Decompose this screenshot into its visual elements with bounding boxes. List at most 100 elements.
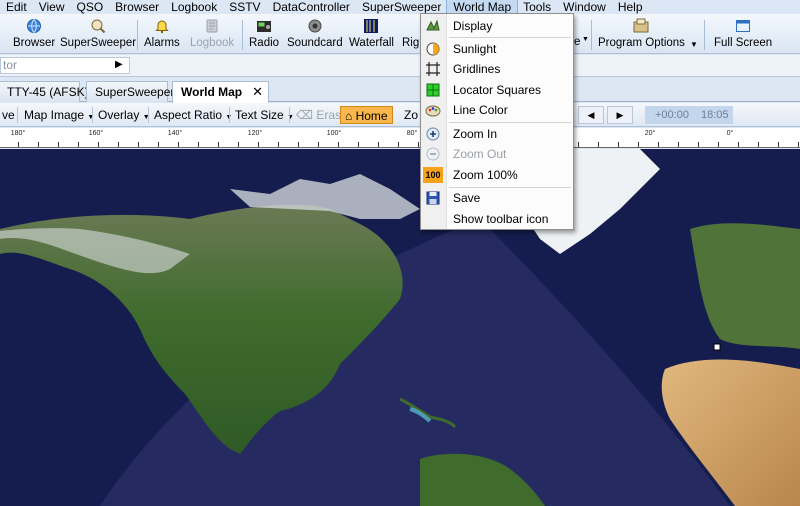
ruler-tick xyxy=(238,142,239,147)
toolbar-separator xyxy=(704,20,705,50)
menu-supersweeper[interactable]: SuperSweeper xyxy=(356,0,447,14)
ruler-label: 140° xyxy=(167,130,183,137)
ruler-tick xyxy=(638,142,639,147)
ruler-tick xyxy=(18,142,19,147)
ruler-tick xyxy=(578,142,579,147)
tab-world-map[interactable]: World Map ✕ xyxy=(172,81,269,103)
ruler-tick xyxy=(798,142,799,147)
longitude-ruler: 180° 160° 140° 120° 100° 80° 20° 0° xyxy=(0,128,800,148)
ruler-tick xyxy=(98,142,99,147)
ruler-tick xyxy=(418,142,419,147)
rig-button[interactable]: Rig xyxy=(402,18,419,52)
menu-item-save[interactable]: Save xyxy=(421,188,573,208)
program-options-button[interactable]: Program Options xyxy=(598,18,685,52)
menu-separator xyxy=(449,37,571,38)
menu-edit[interactable]: Edit xyxy=(0,0,33,14)
ruler-tick xyxy=(278,142,279,147)
menu-item-gridlines[interactable]: Gridlines xyxy=(421,59,573,79)
text-size-dropdown[interactable]: Text Size ▼ xyxy=(233,106,296,124)
ruler-tick xyxy=(618,142,619,147)
ruler-label: 180° xyxy=(10,130,26,137)
menu-qso[interactable]: QSO xyxy=(70,0,109,14)
ruler-label: 120° xyxy=(247,130,263,137)
save-icon xyxy=(425,190,441,206)
ruler-tick xyxy=(398,142,399,147)
menu-logbook[interactable]: Logbook xyxy=(165,0,223,14)
browser-button[interactable]: Browser xyxy=(13,18,55,52)
waterfall-icon xyxy=(363,18,379,34)
menu-window[interactable]: Window xyxy=(557,0,612,14)
ruler-tick xyxy=(338,142,339,147)
logbook-button[interactable]: Logbook xyxy=(190,18,234,52)
ruler-tick xyxy=(318,142,319,147)
world-map-menu: Display Sunlight Gridlines Locator Squar… xyxy=(420,13,574,230)
overlay-dropdown[interactable]: Overlay ▼ xyxy=(96,106,152,124)
ruler-label: 0° xyxy=(726,130,734,137)
ruler-tick xyxy=(598,142,599,147)
menu-world-map[interactable]: World Map xyxy=(446,0,519,15)
ruler-tick xyxy=(758,142,759,147)
menu-item-display[interactable]: Display xyxy=(421,16,573,36)
ruler-tick xyxy=(178,142,179,147)
next-arrow-icon[interactable]: ▶ xyxy=(607,106,633,124)
aspect-ratio-dropdown[interactable]: Aspect Ratio ▼ xyxy=(152,106,234,124)
menu-item-show-toolbar-icon[interactable]: Show toolbar icon xyxy=(421,209,573,229)
menu-datacontroller[interactable]: DataController xyxy=(267,0,356,14)
ruler-label: 160° xyxy=(88,130,104,137)
ruler-tick xyxy=(58,142,59,147)
main-toolbar: Browser SuperSweeper Alarms Logbook Radi… xyxy=(0,14,800,54)
ruler-label: 20° xyxy=(644,130,656,137)
ruler-tick xyxy=(38,142,39,147)
home-button[interactable]: ⌂ Home xyxy=(340,106,393,124)
radio-button[interactable]: Radio xyxy=(249,18,279,52)
full-screen-icon xyxy=(735,18,751,34)
ruler-tick xyxy=(718,142,719,147)
ruler-label: 100° xyxy=(326,130,342,137)
toolbar-separator xyxy=(242,20,243,50)
menu-view[interactable]: View xyxy=(33,0,71,14)
logbook-icon xyxy=(204,18,220,34)
zoom-100-icon: 100 xyxy=(423,167,443,183)
ruler-tick xyxy=(138,142,139,147)
close-icon[interactable]: ✕ xyxy=(252,84,263,99)
radio-icon xyxy=(256,18,272,34)
full-screen-button[interactable]: Full Screen xyxy=(714,18,772,52)
menu-item-line-color[interactable]: Line Color xyxy=(421,100,573,120)
toolbar-separator xyxy=(17,107,18,123)
soundcard-button[interactable]: Soundcard xyxy=(287,18,343,52)
supersweeper-button[interactable]: SuperSweeper xyxy=(60,18,136,52)
go-arrow-icon[interactable]: ▶ xyxy=(115,59,123,70)
tab-supersweeper[interactable]: SuperSweeper xyxy=(86,81,174,102)
city-marker xyxy=(713,343,721,351)
ruler-tick xyxy=(658,142,659,147)
alarms-button[interactable]: Alarms xyxy=(144,18,180,52)
menu-item-zoom-out[interactable]: Zoom Out xyxy=(421,144,573,164)
ruler-tick xyxy=(778,142,779,147)
world-map-canvas[interactable] xyxy=(0,149,800,506)
address-input[interactable]: tor xyxy=(0,57,130,74)
map-image-dropdown[interactable]: Map Image ▼ xyxy=(22,106,96,124)
menu-help[interactable]: Help xyxy=(612,0,649,14)
ruler-tick xyxy=(358,142,359,147)
toolbar-separator xyxy=(92,107,93,123)
menu-item-zoom-in[interactable]: Zoom In xyxy=(421,124,573,144)
menu-item-sunlight[interactable]: Sunlight xyxy=(421,39,573,59)
waterfall-button[interactable]: Waterfall xyxy=(349,18,394,52)
menu-bar: Edit View QSO Browser Logbook SSTV DataC… xyxy=(0,0,800,15)
ruler-tick xyxy=(378,142,379,147)
map-save-button[interactable]: ve xyxy=(0,106,17,124)
tab-tty-45[interactable]: TTY-45 (AFSK) xyxy=(0,81,89,102)
menu-tools[interactable]: Tools xyxy=(517,0,557,14)
menu-browser[interactable]: Browser xyxy=(109,0,165,14)
prev-arrow-icon[interactable]: ◀ xyxy=(578,106,604,124)
map-toolbar: ve Map Image ▼ Overlay ▼ Aspect Ratio ▼ … xyxy=(0,103,800,127)
zoom-button[interactable]: Zo xyxy=(402,106,420,124)
rig-icon xyxy=(403,18,419,34)
toolbar-separator xyxy=(289,107,290,123)
toolbar-separator xyxy=(229,107,230,123)
menu-item-locator-squares[interactable]: Locator Squares xyxy=(421,80,573,100)
menu-item-zoom-100[interactable]: 100 Zoom 100% xyxy=(421,165,573,185)
menu-sstv[interactable]: SSTV xyxy=(223,0,266,14)
ruler-tick xyxy=(158,142,159,147)
world-map-image xyxy=(0,149,800,506)
